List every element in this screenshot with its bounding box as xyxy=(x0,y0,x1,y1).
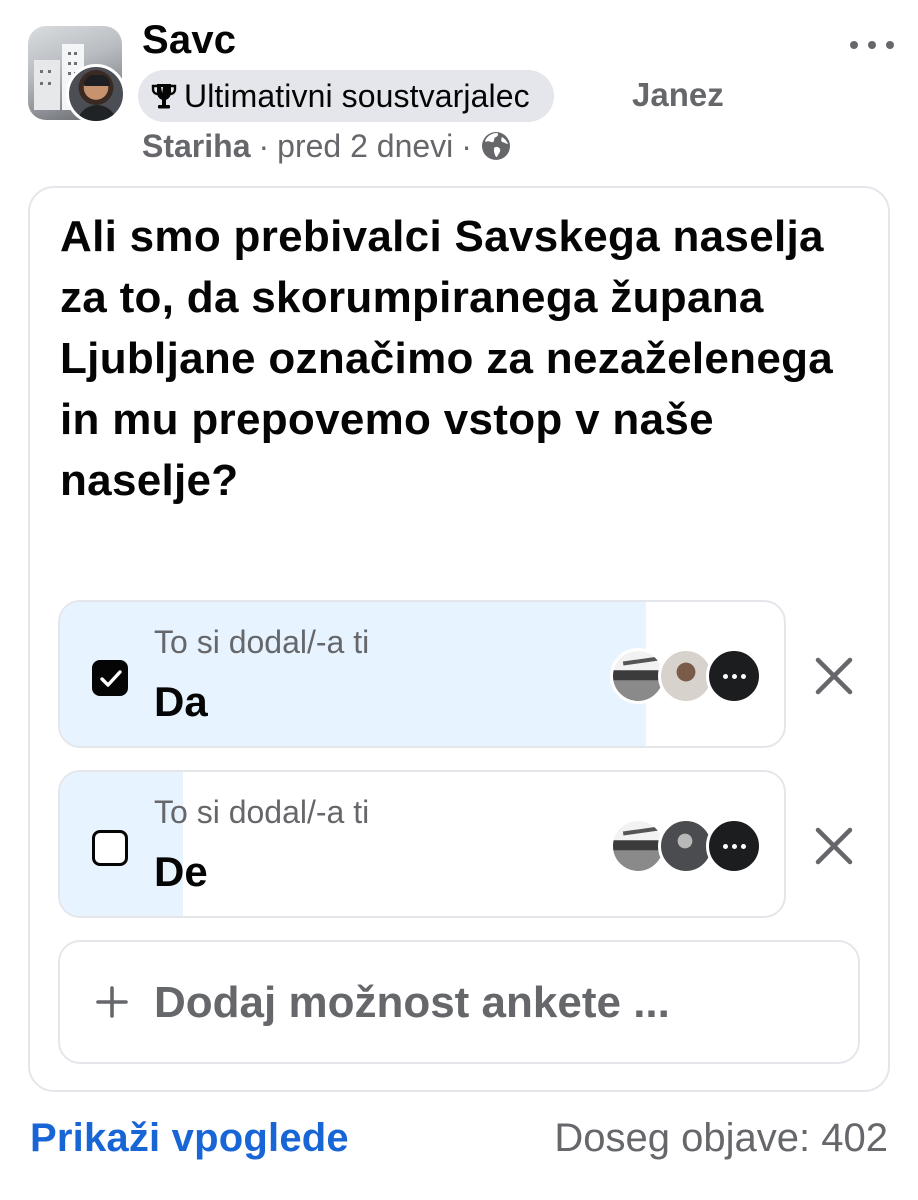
voter-avatars[interactable] xyxy=(610,818,762,874)
more-icon-dot xyxy=(868,41,876,49)
add-poll-option-button[interactable]: Dodaj možnost ankete ... xyxy=(58,940,860,1064)
poll-option-da[interactable]: To si dodal/-a ti Da xyxy=(58,600,786,748)
option-label: De xyxy=(154,848,208,895)
view-insights-link[interactable]: Prikaži vpoglede xyxy=(30,1116,349,1161)
voter-avatars[interactable] xyxy=(610,648,762,704)
post-meta: Stariha · pred 2 dnevi · xyxy=(142,126,512,166)
post: Savc Ultimativni soustvarjalec Janez Sta… xyxy=(0,0,918,1200)
poll-checkbox-checked[interactable] xyxy=(92,660,128,696)
plus-icon xyxy=(96,986,128,1018)
remove-option-de-close-icon[interactable] xyxy=(808,820,860,872)
more-icon-dot xyxy=(886,41,894,49)
trophy-icon xyxy=(151,84,177,109)
option-added-by: To si dodal/-a ti xyxy=(154,794,370,830)
add-option-label: Dodaj možnost ankete ... xyxy=(154,978,670,1027)
poll-option-de[interactable]: To si dodal/-a ti De xyxy=(58,770,786,918)
badge-label: Ultimativni soustvarjalec xyxy=(184,77,530,114)
more-voters-icon xyxy=(706,818,762,874)
post-reach-stat: Doseg objave: 402 xyxy=(554,1116,888,1160)
option-label: Da xyxy=(154,678,208,725)
poll-question: Ali smo prebivalci Savskega naselja za t… xyxy=(60,212,834,505)
meta-separator: · xyxy=(461,127,472,164)
meta-separator: · xyxy=(258,127,270,164)
author-last-name[interactable]: Stariha xyxy=(142,128,250,165)
poll-checkbox-unchecked[interactable] xyxy=(92,830,128,866)
contributor-badge[interactable]: Ultimativni soustvarjalec xyxy=(138,70,554,122)
option-added-by: To si dodal/-a ti xyxy=(154,624,370,660)
more-voters-icon xyxy=(706,648,762,704)
author-avatar[interactable] xyxy=(66,64,126,124)
author-first-name[interactable]: Janez xyxy=(632,76,724,114)
more-options-button[interactable] xyxy=(846,30,898,60)
more-icon xyxy=(850,41,858,49)
post-timestamp[interactable]: pred 2 dnevi xyxy=(277,128,453,165)
globe-icon[interactable] xyxy=(480,130,512,162)
group-name[interactable]: Savc xyxy=(142,18,236,63)
remove-option-da-close-icon[interactable] xyxy=(808,650,860,702)
check-icon xyxy=(100,670,122,687)
